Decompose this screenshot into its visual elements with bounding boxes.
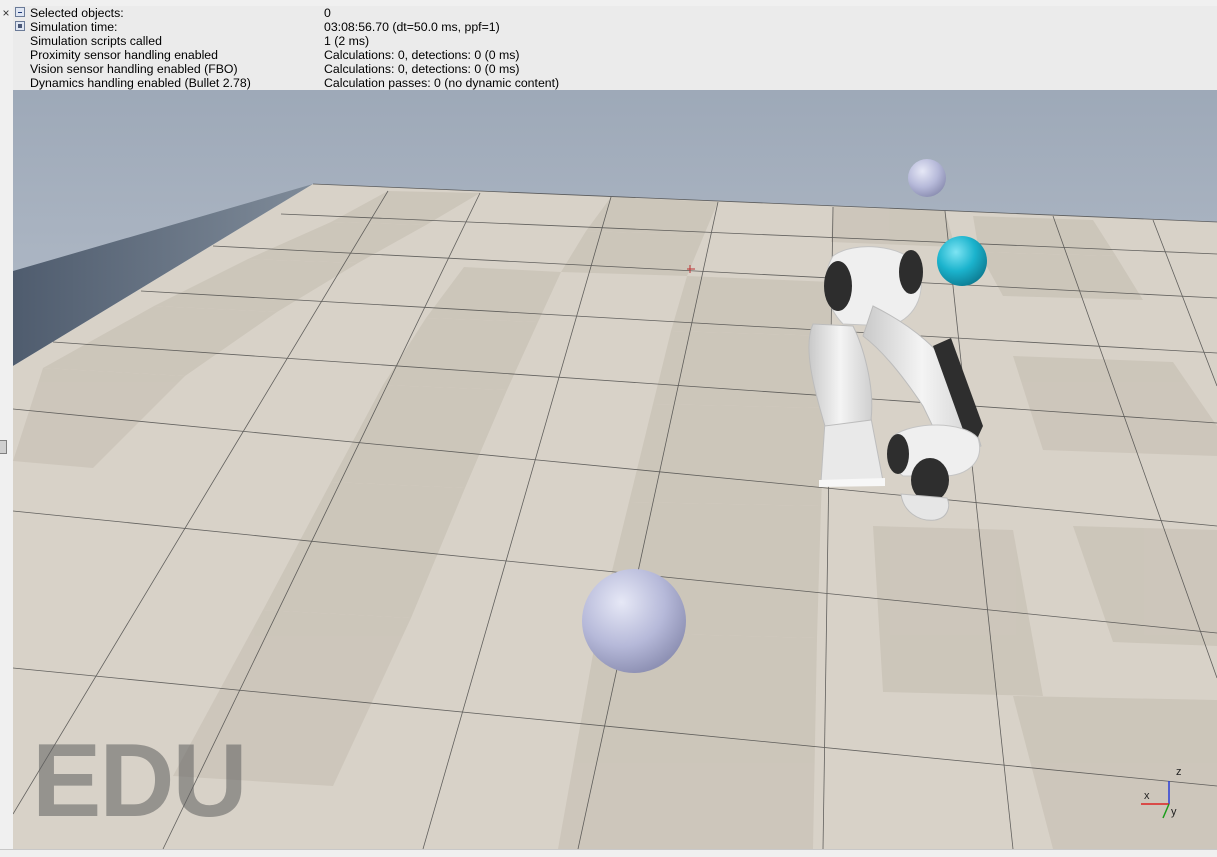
splitter-handle[interactable] — [0, 440, 7, 454]
edu-watermark: EDU — [32, 723, 248, 839]
toggle-icon[interactable] — [15, 21, 25, 31]
info-label: Proximity sensor handling enabled — [30, 48, 218, 62]
large-lavender-sphere — [582, 569, 686, 673]
info-value: 03:08:56.70 (dt=50.0 ms, ppf=1) — [324, 20, 500, 34]
axis-y-label: y — [1171, 806, 1177, 818]
info-value: 1 (2 ms) — [324, 34, 370, 48]
collapse-icon[interactable] — [15, 7, 25, 17]
info-value: Calculation passes: 0 (no dynamic conten… — [324, 76, 560, 90]
axis-z-label: z — [1176, 766, 1182, 778]
info-label: Simulation scripts called — [30, 34, 162, 48]
close-icon[interactable]: × — [0, 7, 12, 19]
info-value: Calculations: 0, detections: 0 (0 ms) — [324, 62, 520, 76]
info-label: Selected objects: — [30, 6, 124, 20]
info-label: Simulation time: — [30, 20, 118, 34]
left-side-strip — [0, 0, 14, 856]
info-overlay: Selected objects: 0 Simulation time: 03:… — [13, 6, 1217, 90]
cyan-sphere — [937, 236, 987, 286]
info-label: Vision sensor handling enabled (FBO) — [30, 62, 238, 76]
info-value: 0 — [324, 6, 331, 20]
info-label: Dynamics handling enabled (Bullet 2.78) — [30, 76, 251, 90]
axis-x-label: x — [1144, 790, 1150, 802]
info-value: Calculations: 0, detections: 0 (0 ms) — [324, 48, 520, 62]
small-lavender-sphere — [908, 159, 946, 197]
